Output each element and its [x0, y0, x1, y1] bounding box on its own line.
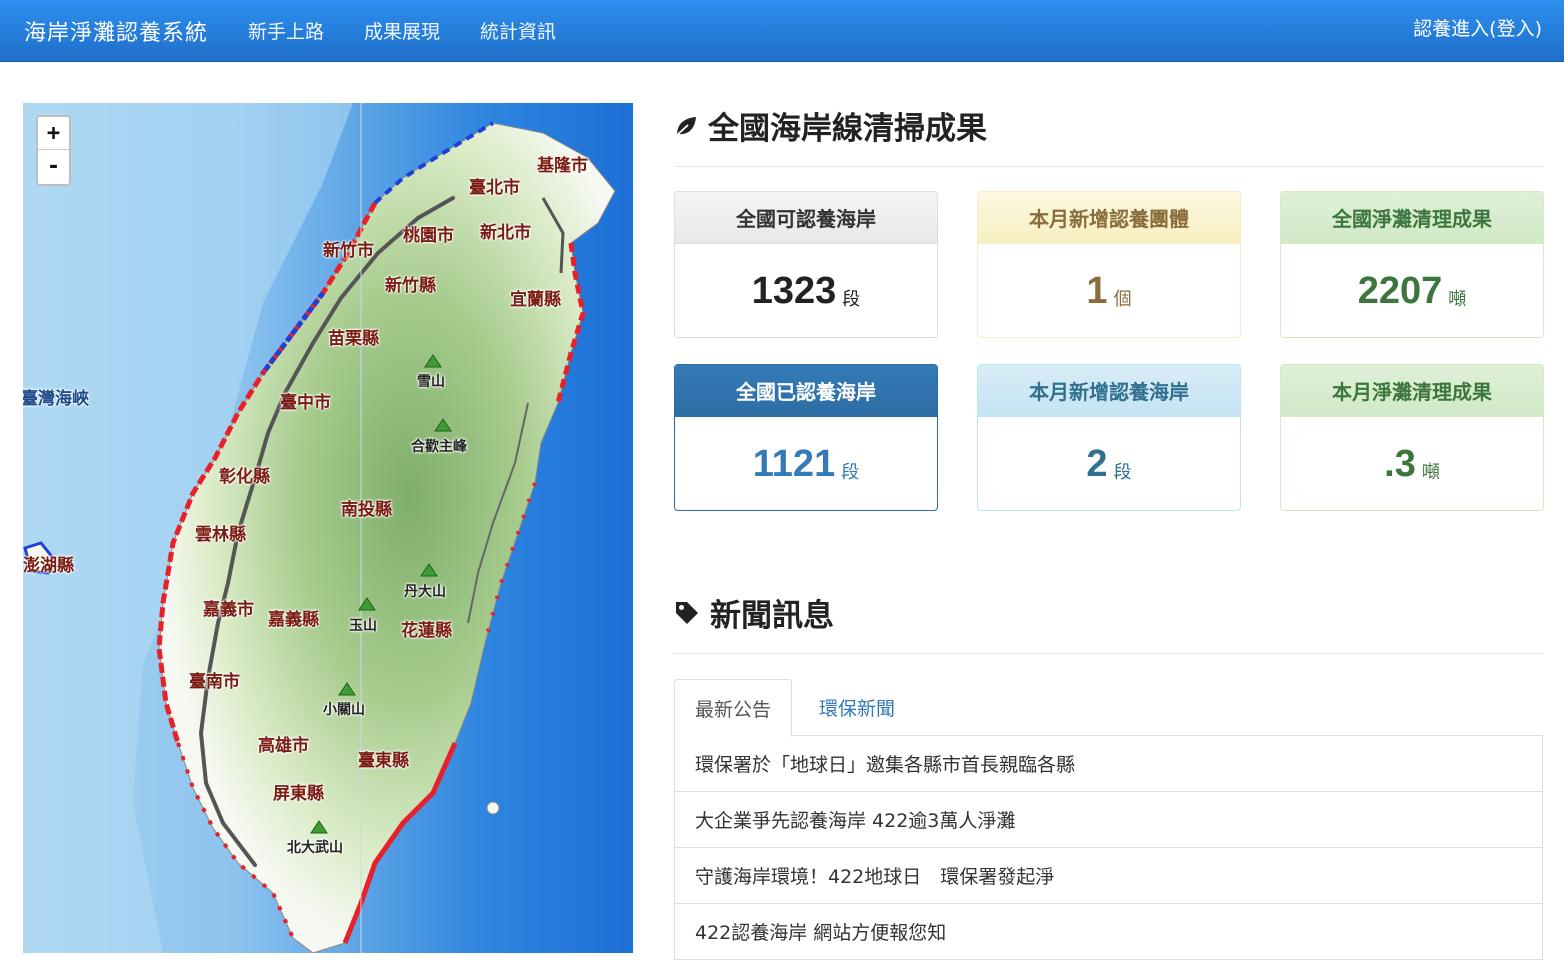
top-navbar: 海岸淨灘認養系統 新手上路 成果展現 統計資訊 認養進入(登入)	[0, 0, 1564, 62]
nav-item-getting-started[interactable]: 新手上路	[248, 17, 324, 44]
map-label-chiayi-county: 嘉義縣	[268, 610, 319, 630]
map-label-taitung: 臺東縣	[358, 751, 409, 771]
map-label-changhua: 彰化縣	[219, 467, 270, 487]
map-label-tainan: 臺南市	[189, 672, 240, 692]
login-link[interactable]: 認養進入(登入)	[1413, 14, 1542, 41]
news-item[interactable]: 422認養海岸 網站方便報您知	[674, 904, 1543, 960]
zoom-out-button[interactable]: -	[38, 150, 69, 183]
news-item[interactable]: 大企業爭先認養海岸 422逾3萬人淨灘	[674, 792, 1543, 848]
zoom-in-button[interactable]: +	[38, 117, 69, 150]
panel-value: 1323	[751, 269, 837, 312]
summary-heading: 全國海岸線清掃成果	[674, 103, 1543, 167]
panel-adoptable-coast: 全國可認養海岸 1323 段	[674, 191, 938, 338]
panel-unit: 噸	[1448, 289, 1467, 310]
map-label-yunlin: 雲林縣	[195, 525, 246, 545]
panel-unit: 段	[841, 462, 860, 483]
map-label-beidawushan: 北大武山	[287, 840, 343, 856]
panel-unit: 段	[842, 289, 861, 310]
panel-unit: 個	[1113, 289, 1132, 310]
map-canvas	[23, 103, 633, 953]
tag-icon	[674, 600, 700, 626]
panel-value: 1	[1086, 269, 1108, 312]
panel-new-adopted-coast: 本月新增認養海岸 2段	[977, 364, 1241, 511]
map-label-yilan: 宜蘭縣	[510, 290, 561, 310]
panel-value: .3	[1384, 442, 1416, 485]
map-label-newtaipei: 新北市	[480, 223, 531, 243]
panel-new-groups: 本月新增認養團體 1個	[977, 191, 1241, 338]
map-label-keelung: 基隆市	[537, 156, 588, 176]
taiwan-coast-map[interactable]: .ml { position: absolute; font-size: 17p…	[23, 103, 633, 953]
news-item[interactable]: 守護海岸環境！422地球日 環保署發起淨	[674, 848, 1543, 904]
nav-item-statistics[interactable]: 統計資訊	[480, 17, 556, 44]
panel-value: 1121	[752, 442, 836, 485]
panel-unit: 段	[1113, 462, 1132, 483]
panel-total-cleanup: 全國淨灘清理成果 2207 噸	[1280, 191, 1544, 338]
panel-label: 全國可認養海岸	[675, 192, 937, 244]
news-heading: 新聞訊息	[674, 590, 1543, 654]
map-label-hsinchu-city: 新竹市	[323, 241, 374, 261]
map-label-taichung: 臺中市	[280, 393, 331, 413]
news-title: 新聞訊息	[710, 598, 834, 634]
map-label-pingtung: 屏東縣	[273, 784, 324, 804]
news-tabs: 最新公告 環保新聞	[674, 679, 1543, 737]
map-label-hsinchu-county: 新竹縣	[385, 276, 436, 296]
map-label-chiayi-city: 嘉義市	[203, 600, 254, 620]
map-label-dandashan: 丹大山	[404, 584, 446, 600]
panel-month-cleanup: 本月淨灘清理成果 .3 噸	[1280, 364, 1544, 511]
panel-value: 2	[1086, 442, 1108, 485]
map-label-yushan: 玉山	[349, 618, 377, 634]
panel-label: 本月淨灘清理成果	[1281, 365, 1543, 417]
map-label-taipei: 臺北市	[469, 178, 520, 198]
map-zoom-control: + -	[36, 115, 71, 186]
panel-label: 本月新增認養團體	[978, 192, 1240, 244]
brand-link[interactable]: 海岸淨灘認養系統	[24, 15, 208, 47]
map-label-xueshan: 雪山	[417, 374, 445, 390]
panel-adopted-coast: 全國已認養海岸 1121 段	[674, 364, 938, 511]
map-label-kaohsiung: 高雄市	[258, 736, 309, 756]
panel-unit: 噸	[1421, 462, 1440, 483]
map-label-xiaoguanshan: 小關山	[323, 702, 365, 718]
map-label-hualien: 花蓮縣	[401, 621, 452, 641]
panel-label: 全國淨灘清理成果	[1281, 192, 1543, 244]
map-label-penghu: 澎湖縣	[23, 556, 74, 576]
map-label-nantou: 南投縣	[341, 500, 392, 520]
panel-value: 2207	[1357, 269, 1443, 312]
tab-environmental-news[interactable]: 環保新聞	[799, 679, 915, 736]
nav-item-results[interactable]: 成果展現	[364, 17, 440, 44]
leaf-icon	[674, 114, 698, 138]
map-label-hehuan: 合歡主峰	[411, 439, 467, 455]
summary-title: 全國海岸線清掃成果	[708, 111, 987, 147]
map-label-taoyuan: 桃園市	[403, 226, 454, 246]
map-label-miaoli: 苗栗縣	[328, 329, 379, 349]
map-label-strait: 臺灣海峽	[23, 389, 89, 409]
news-list: 環保署於「地球日」邀集各縣市首長親臨各縣 大企業爭先認養海岸 422逾3萬人淨灘…	[674, 736, 1543, 960]
news-item[interactable]: 環保署於「地球日」邀集各縣市首長親臨各縣	[674, 736, 1543, 792]
tab-latest-announcements[interactable]: 最新公告	[674, 679, 793, 737]
panel-label: 本月新增認養海岸	[978, 365, 1240, 417]
panel-label: 全國已認養海岸	[675, 365, 937, 417]
